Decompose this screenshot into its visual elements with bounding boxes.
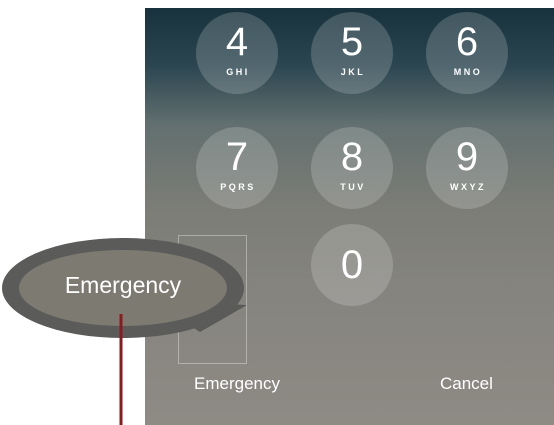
callout-label: Emergency [64, 272, 182, 298]
callout-overlay [2, 238, 247, 425]
